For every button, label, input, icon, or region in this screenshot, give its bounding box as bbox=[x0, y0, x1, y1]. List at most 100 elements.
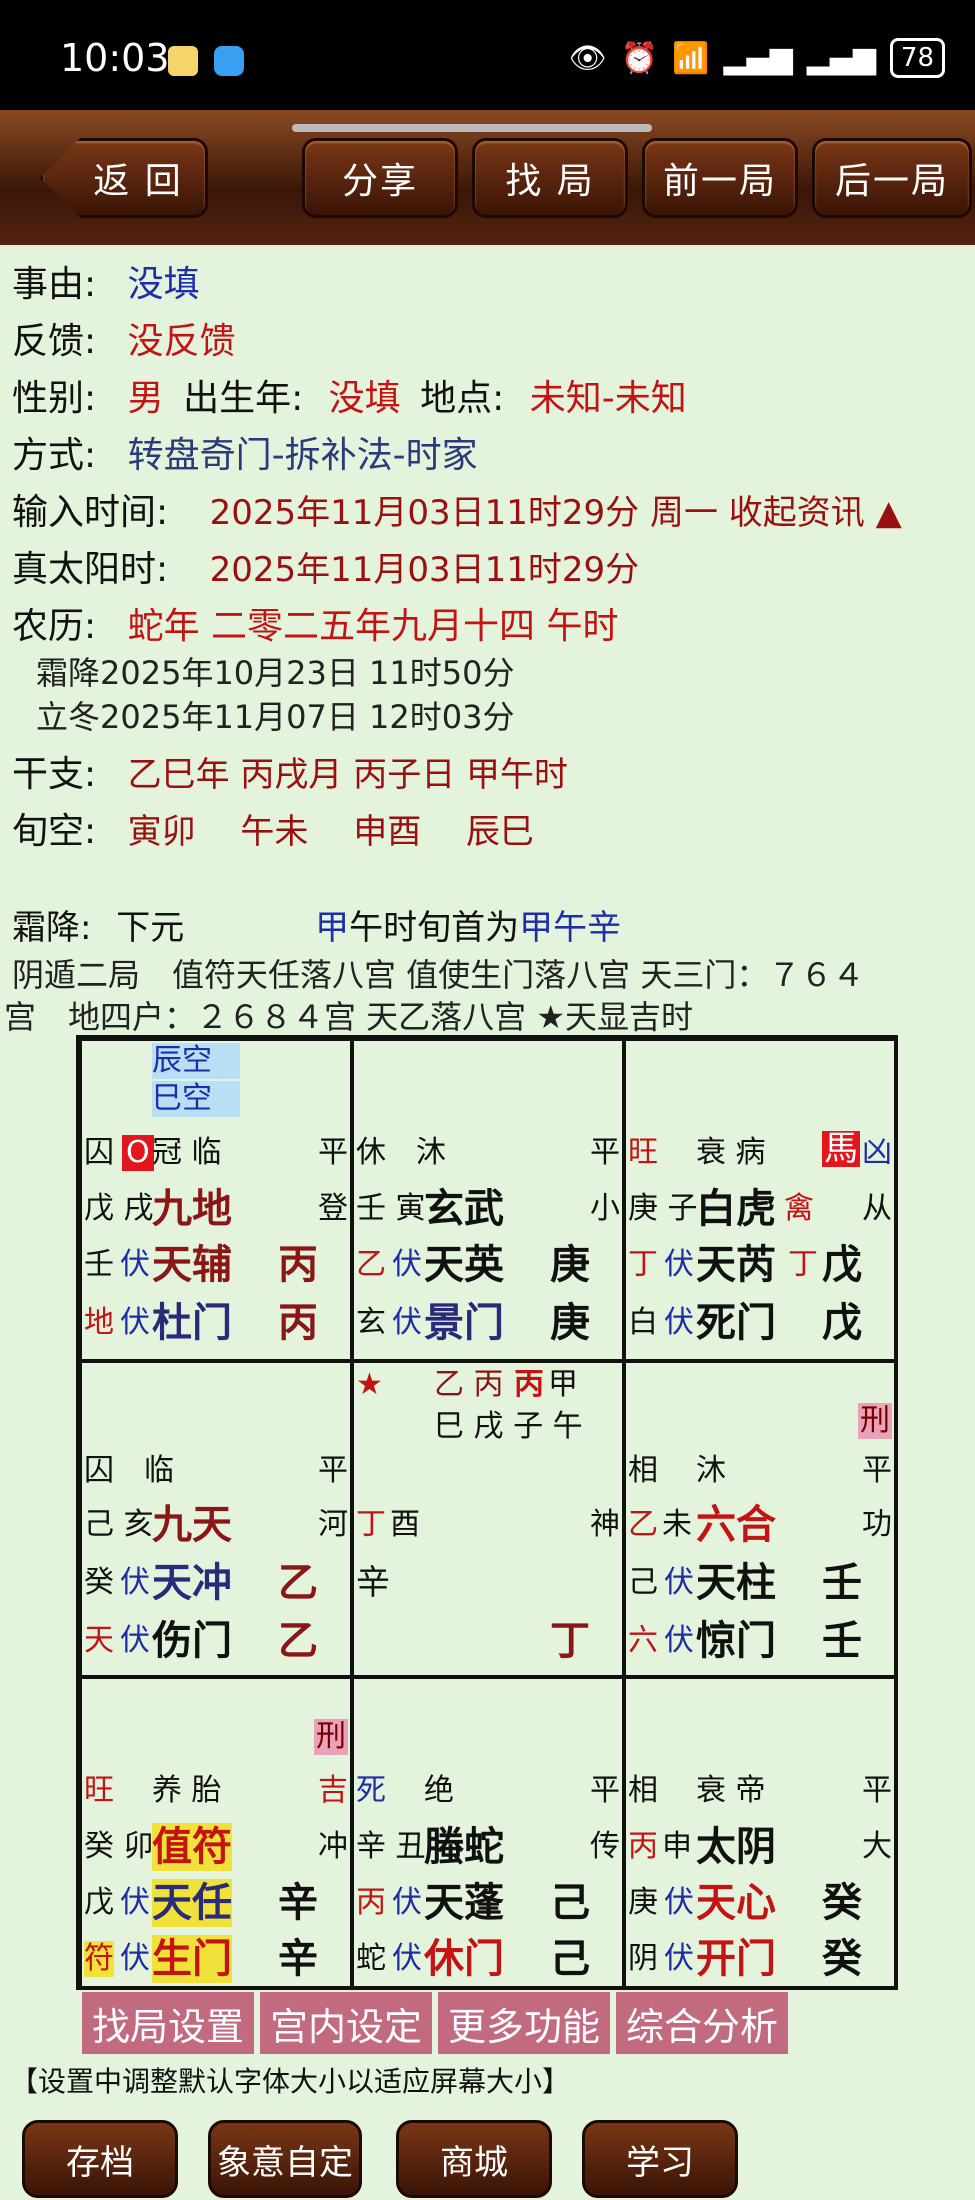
feedback-value[interactable]: 没反馈 bbox=[128, 321, 236, 362]
fu-mark-2: 伏 bbox=[120, 1623, 150, 1658]
god: 六合 bbox=[696, 1502, 776, 1548]
solar-time-label: 真太阳时: bbox=[12, 549, 169, 590]
feedback-row: 反馈: 没反馈 bbox=[12, 312, 236, 364]
palace-4[interactable]: 辰空 巳空 囚 O 冠 临 平 戊 戌 九地 登 壬 伏 天辅 丙 地 伏 杜门… bbox=[80, 1039, 352, 1361]
state-2: 沐 bbox=[696, 1453, 726, 1488]
tab-find-settings[interactable]: 找局设置 bbox=[82, 1992, 255, 2054]
door: 死门 bbox=[696, 1300, 776, 1346]
door: 惊门 bbox=[696, 1618, 776, 1664]
find-button[interactable]: 找 局 bbox=[472, 138, 628, 218]
stem-right-2: 壬 bbox=[822, 1618, 862, 1664]
palace-8[interactable]: 刑 旺 养 胎 吉 癸 卯 值符 冲 戊 伏 天任 辛 符 伏 生门 辛 bbox=[80, 1677, 352, 1990]
stem-right-2: 己 bbox=[550, 1936, 590, 1982]
prev-button[interactable]: 前一局 bbox=[642, 138, 798, 218]
tian-stem: 丙 bbox=[356, 1885, 386, 1920]
di: 阴 bbox=[628, 1941, 658, 1976]
next-button[interactable]: 后一局 bbox=[812, 138, 972, 218]
state-1: 囚 bbox=[84, 1135, 114, 1170]
xunkong-value: 寅卯 午未 申酉 辰巳 bbox=[127, 812, 535, 852]
fu-mark: 伏 bbox=[120, 1565, 150, 1600]
birth-value: 没填 bbox=[328, 378, 401, 419]
kong-1: 辰空 bbox=[152, 1043, 240, 1079]
stem-right-2: 庚 bbox=[550, 1300, 590, 1346]
door: 开门 bbox=[696, 1936, 776, 1982]
save-button[interactable]: 存档 bbox=[22, 2120, 178, 2198]
reason-value[interactable]: 没填 bbox=[128, 264, 200, 305]
god: 九天 bbox=[152, 1502, 232, 1548]
tian-stem: 癸 bbox=[84, 1565, 114, 1600]
right-2: 传 bbox=[590, 1829, 620, 1864]
ganzhi-a: 丙 bbox=[628, 1829, 658, 1864]
jieqi-label: 霜降: bbox=[12, 908, 92, 948]
input-time-value[interactable]: 2025年11月03日11时29分 周一 收起资讯 ▲ bbox=[210, 493, 902, 533]
di: 地 bbox=[84, 1305, 114, 1340]
fu-mark: 伏 bbox=[392, 1885, 422, 1920]
star: 天英 bbox=[424, 1242, 504, 1288]
share-button[interactable]: 分享 bbox=[302, 138, 458, 218]
custom-meaning-button[interactable]: 象意自定 bbox=[208, 2120, 362, 2198]
right-2: 小 bbox=[590, 1191, 620, 1226]
jieqi-row: 霜降: 下元 甲午时旬首为甲午辛 bbox=[12, 900, 621, 949]
ganzhi: 庚 子 bbox=[628, 1191, 698, 1226]
fu-mark-2: 伏 bbox=[664, 1305, 694, 1340]
palace-2[interactable]: 旺 衰 病 馬 凶 庚 子 白虎 禽 从 丁 伏 天芮 丁 戊 白 伏 死门 戊 bbox=[624, 1039, 896, 1361]
palace-5[interactable]: ★ 乙 丙 丙 甲 巳 戌 子 午 丁 酉 神 辛 丁 bbox=[352, 1361, 624, 1677]
stem-right-2: 丙 bbox=[278, 1300, 318, 1346]
star: 天蓬 bbox=[424, 1880, 504, 1926]
ji-marker: 吉 bbox=[318, 1773, 348, 1808]
palace-3[interactable]: 囚 临 平 己 亥 九天 河 癸 伏 天冲 乙 天 伏 伤门 乙 bbox=[80, 1361, 352, 1677]
function-tabs: 找局设置 宫内设定 更多功能 综合分析 bbox=[82, 1992, 789, 2054]
door: 杜门 bbox=[152, 1300, 232, 1346]
xunshou-b: 午时旬首为 bbox=[349, 908, 520, 948]
ganzhi-a: 乙 bbox=[628, 1507, 658, 1542]
palace-6[interactable]: 相 衰 帝 平 丙 申 太阴 大 庚 伏 天心 癸 阴 伏 开门 癸 bbox=[624, 1677, 896, 1990]
notification-app-icon bbox=[168, 46, 198, 76]
stem-right-2: 乙 bbox=[278, 1618, 318, 1664]
star: 天冲 bbox=[152, 1560, 232, 1606]
toolbar: 返 回 分享 找 局 前一局 后一局 bbox=[0, 110, 975, 245]
right-1: 平 bbox=[590, 1135, 620, 1170]
palace-7[interactable]: 刑 相 沐 平 乙 未 六合 功 己 伏 天柱 壬 六 伏 惊门 壬 bbox=[624, 1361, 896, 1677]
you: 酉 bbox=[390, 1507, 420, 1542]
palace-1[interactable]: 死 绝 平 辛 丑 螣蛇 传 丙 伏 天蓬 己 蛇 伏 休门 己 bbox=[352, 1677, 624, 1990]
tab-more-functions[interactable]: 更多功能 bbox=[438, 1992, 611, 2054]
xunkong-label: 旬空: bbox=[12, 811, 97, 852]
xing-marker: 刑 bbox=[314, 1719, 348, 1755]
ganzhi-label: 干支: bbox=[12, 754, 97, 795]
fu-mark-2: 伏 bbox=[664, 1941, 694, 1976]
di: 符 bbox=[84, 1941, 114, 1977]
stem-right-2: 辛 bbox=[278, 1936, 318, 1982]
right-2: 功 bbox=[862, 1507, 892, 1542]
xunshou-c: 甲午辛 bbox=[519, 908, 622, 948]
battery-indicator: 78 bbox=[889, 38, 945, 78]
stem-right: 壬 bbox=[822, 1560, 862, 1606]
stem-right: 癸 bbox=[822, 1880, 862, 1926]
top-1: 乙 丙 bbox=[434, 1367, 504, 1402]
xiong-marker: 凶 bbox=[862, 1135, 892, 1170]
tian-stem: 壬 bbox=[84, 1247, 114, 1282]
right-2: 从 bbox=[862, 1191, 892, 1226]
back-button[interactable]: 返 回 bbox=[40, 138, 208, 218]
drag-handle[interactable] bbox=[292, 124, 652, 132]
tab-palace-settings[interactable]: 宫内设定 bbox=[260, 1992, 433, 2054]
qin-marker: 禽 bbox=[784, 1191, 814, 1226]
god: 玄武 bbox=[424, 1186, 504, 1232]
feedback-label: 反馈: bbox=[12, 321, 97, 362]
right-1: 平 bbox=[318, 1453, 348, 1488]
di: 白 bbox=[628, 1305, 658, 1340]
place-label: 地点: bbox=[420, 378, 505, 419]
input-time-row: 输入时间: 2025年11月03日11时29分 周一 收起资讯 ▲ bbox=[12, 483, 902, 535]
learn-button[interactable]: 学习 bbox=[582, 2120, 738, 2198]
horse-marker: 馬 bbox=[822, 1129, 860, 1169]
fu-mark: 伏 bbox=[120, 1885, 150, 1920]
reason-label: 事由: bbox=[12, 264, 97, 305]
tab-analysis[interactable]: 综合分析 bbox=[616, 1992, 789, 2054]
star: 天柱 bbox=[696, 1560, 776, 1606]
palace-9[interactable]: 休 沐 平 壬 寅 玄武 小 乙 伏 天英 庚 玄 伏 景门 庚 bbox=[352, 1039, 624, 1361]
stem-right: 辛 bbox=[278, 1880, 318, 1926]
tian-stem: 己 bbox=[628, 1565, 658, 1600]
right-1: 平 bbox=[590, 1773, 620, 1808]
state-2: 冠 临 bbox=[152, 1135, 222, 1170]
store-button[interactable]: 商城 bbox=[396, 2120, 552, 2198]
di: 六 bbox=[628, 1623, 658, 1658]
